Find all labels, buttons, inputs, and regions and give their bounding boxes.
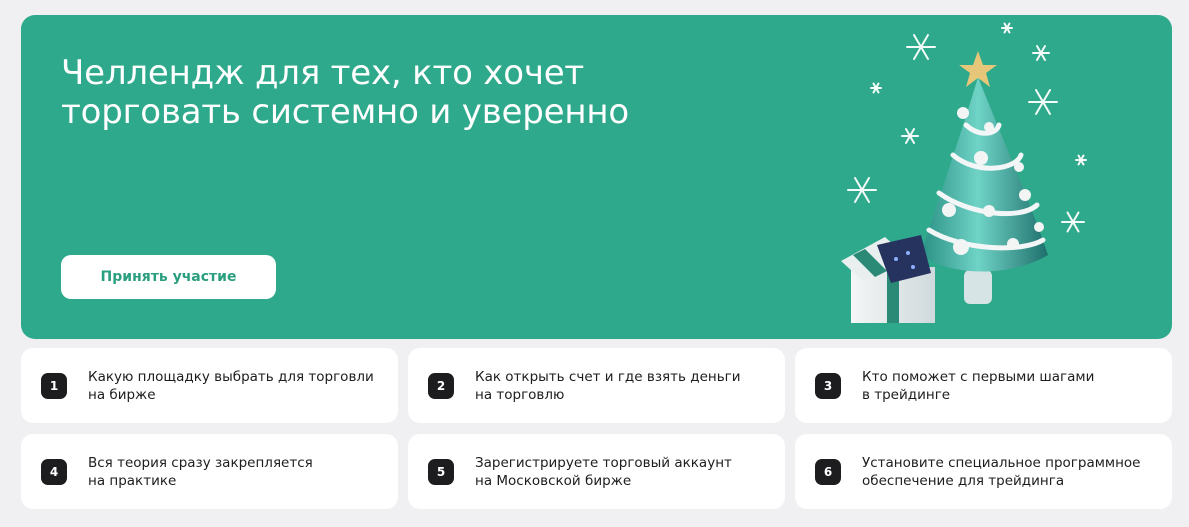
step-number-badge: 6 bbox=[815, 459, 841, 485]
join-button[interactable]: Принять участие bbox=[61, 255, 276, 299]
banner-title-line-1: Челлендж для тех, кто хочет bbox=[61, 53, 585, 93]
step-text: Как открыть счет и где взять деньги на т… bbox=[475, 369, 741, 403]
step-text: Вся теория сразу закрепляется на практик… bbox=[88, 455, 313, 489]
tree-body bbox=[921, 77, 1048, 272]
step-text: Кто поможет с первыми шагами в трейдинге bbox=[862, 369, 1095, 403]
step-card: 2 Как открыть счет и где взять деньги на… bbox=[408, 348, 785, 423]
tree-trunk bbox=[964, 270, 992, 304]
step-number-badge: 5 bbox=[428, 459, 454, 485]
challenge-banner: Челлендж для тех, кто хочет торговать си… bbox=[21, 15, 1172, 339]
banner-title: Челлендж для тех, кто хочет торговать си… bbox=[61, 54, 741, 132]
step-card: 3 Кто поможет с первыми шагами в трейдин… bbox=[795, 348, 1172, 423]
step-card: 6 Установите специальное программное обе… bbox=[795, 434, 1172, 509]
step-text: Какую площадку выбрать для торговли на б… bbox=[88, 369, 374, 403]
step-text: Установите специальное программное обесп… bbox=[862, 455, 1141, 489]
step-number-badge: 3 bbox=[815, 373, 841, 399]
step-card: 1 Какую площадку выбрать для торговли на… bbox=[21, 348, 398, 423]
step-card: 4 Вся теория сразу закрепляется на практ… bbox=[21, 434, 398, 509]
step-number-badge: 1 bbox=[41, 373, 67, 399]
step-text: Зарегистрируете торговый аккаунт на Моск… bbox=[475, 455, 732, 489]
gift-box bbox=[841, 235, 935, 323]
step-number-badge: 2 bbox=[428, 373, 454, 399]
step-number-badge: 4 bbox=[41, 459, 67, 485]
christmas-tree-illustration bbox=[841, 22, 1087, 323]
banner-title-line-2: торговать системно и уверенно bbox=[61, 92, 630, 132]
step-card: 5 Зарегистрируете торговый аккаунт на Мо… bbox=[408, 434, 785, 509]
